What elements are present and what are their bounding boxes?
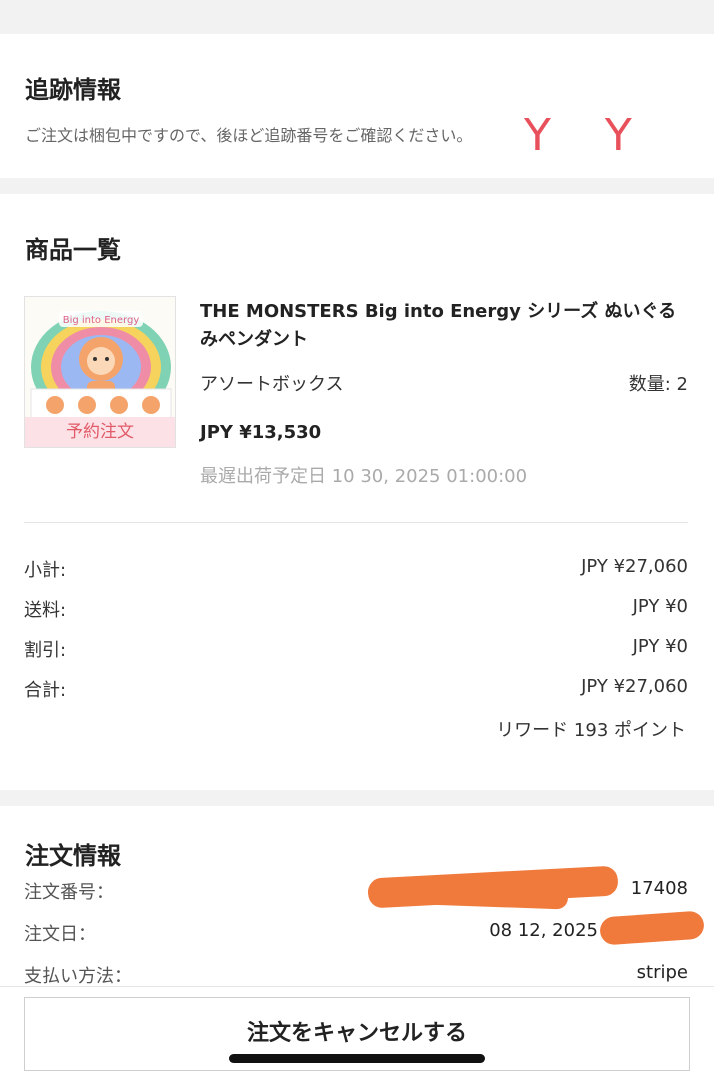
shipping-row: 送料: JPY ¥0 bbox=[24, 596, 688, 624]
order-detail-page: 追跡情報 ご注文は梱包中ですので、後ほど追跡番号をご確認ください。 Y Y 商品… bbox=[0, 0, 714, 1080]
bottom-action-bar: 注文をキャンセルする bbox=[0, 986, 714, 1080]
preorder-badge: 予約注文 bbox=[25, 417, 175, 447]
product-list-section: 商品一覧 Big into Energy 予約注文 THE MONSTERS B… bbox=[0, 194, 714, 790]
product-variant: アソートボックス bbox=[200, 374, 344, 395]
order-number-value: 17408 bbox=[630, 878, 688, 899]
thumb-banner-text: Big into Energy bbox=[63, 315, 140, 326]
tracking-title: 追跡情報 bbox=[25, 76, 121, 104]
redaction-scribble bbox=[599, 910, 705, 946]
product-price: JPY ¥13,530 bbox=[200, 422, 322, 443]
order-info-title: 注文情報 bbox=[25, 842, 121, 870]
shipping-label: 送料: bbox=[24, 600, 67, 621]
home-indicator[interactable] bbox=[229, 1054, 485, 1063]
subtotal-value: JPY ¥27,060 bbox=[581, 556, 688, 577]
order-number-row: 注文番号： 17408 bbox=[24, 865, 688, 910]
shipping-value: JPY ¥0 bbox=[632, 596, 688, 617]
discount-label: 割引: bbox=[24, 640, 67, 661]
product-thumbnail[interactable]: Big into Energy 予約注文 bbox=[24, 296, 176, 448]
order-number-label: 注文番号： bbox=[24, 882, 114, 903]
order-date-value: 08 12, 2025 bbox=[489, 920, 598, 941]
discount-value: JPY ¥0 bbox=[632, 636, 688, 657]
handwritten-annotation: Y Y bbox=[524, 110, 652, 161]
total-row: 合計: JPY ¥27,060 bbox=[24, 676, 688, 704]
tracking-section: 追跡情報 ご注文は梱包中ですので、後ほど追跡番号をご確認ください。 Y Y bbox=[0, 34, 714, 178]
total-value: JPY ¥27,060 bbox=[581, 676, 688, 697]
latest-ship-date: 最遅出荷予定日 10 30, 2025 01:00:00 bbox=[200, 466, 528, 487]
payment-method-label: 支払い方法： bbox=[24, 966, 132, 987]
discount-row: 割引: JPY ¥0 bbox=[24, 636, 688, 664]
order-date-row: 注文日： 08 12, 2025 bbox=[24, 910, 705, 950]
tracking-message: ご注文は梱包中ですので、後ほど追跡番号をご確認ください。 bbox=[25, 126, 473, 145]
product-name[interactable]: THE MONSTERS Big into Energy シリーズ ぬいぐるみペ… bbox=[200, 298, 690, 354]
subtotal-label: 小計: bbox=[24, 560, 67, 581]
total-label: 合計: bbox=[24, 680, 67, 701]
reward-points: リワード 193 ポイント bbox=[496, 720, 686, 741]
subtotal-row: 小計: JPY ¥27,060 bbox=[24, 556, 688, 584]
product-quantity: 数量: 2 bbox=[628, 374, 688, 395]
order-date-label: 注文日： bbox=[24, 924, 96, 945]
product-list-title: 商品一覧 bbox=[25, 236, 121, 264]
summary-divider bbox=[24, 522, 688, 523]
payment-method-value: stripe bbox=[636, 962, 688, 983]
